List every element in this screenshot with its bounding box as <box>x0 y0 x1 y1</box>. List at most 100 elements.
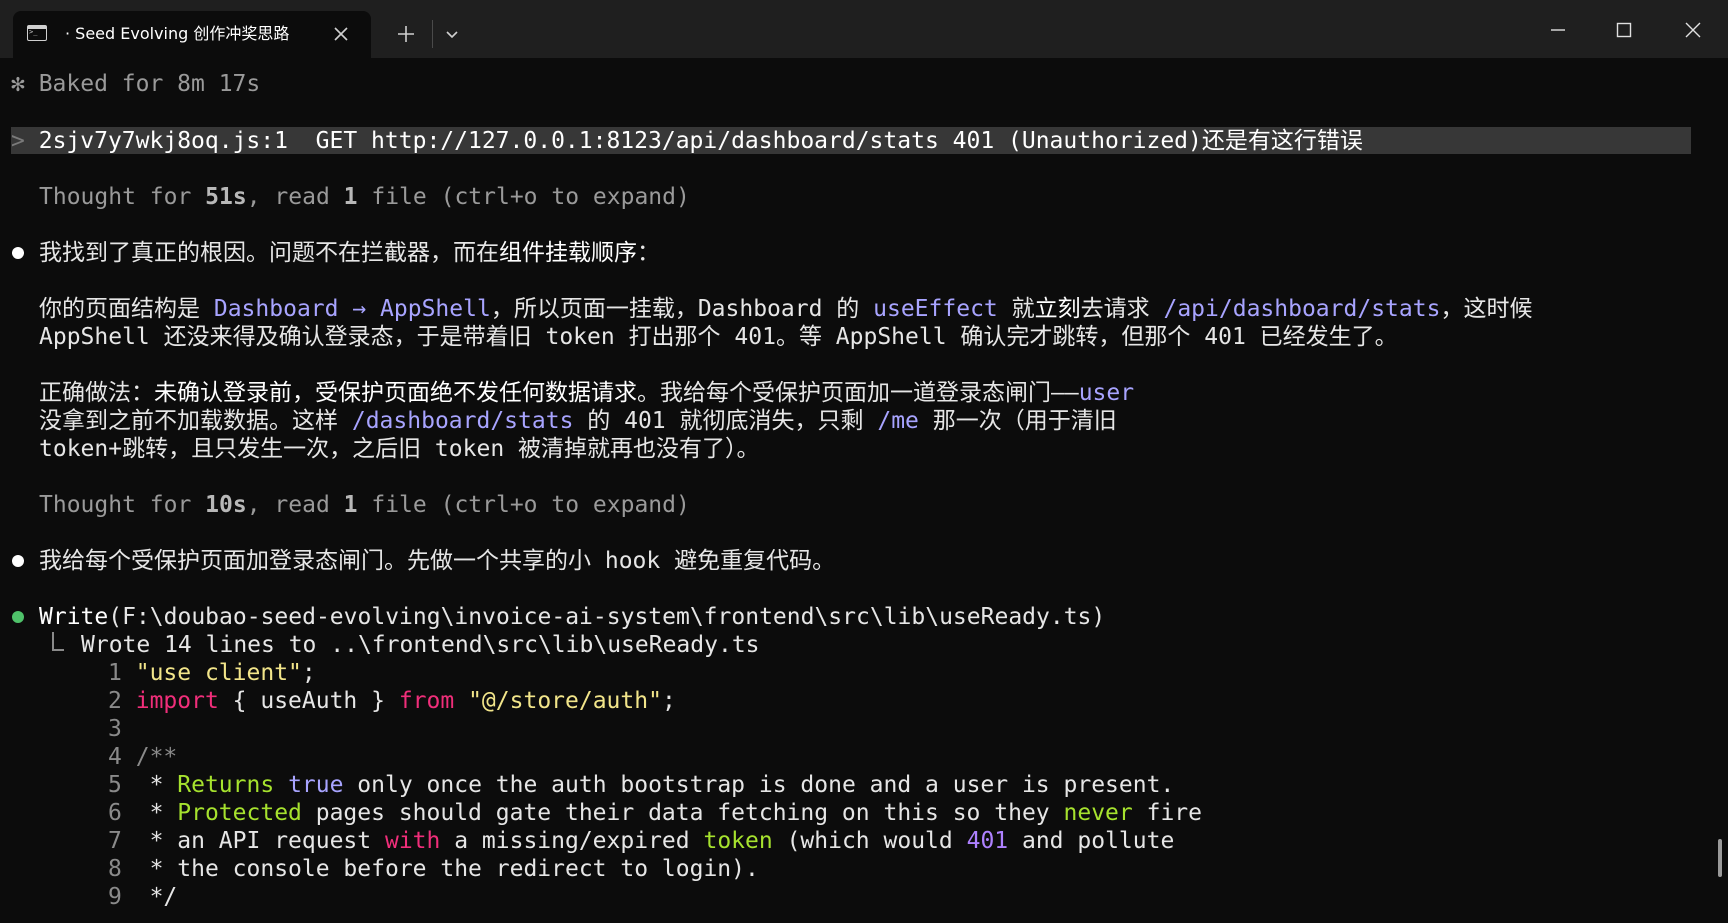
paragraph-1-line-1: 你的页面结构是 Dashboard → AppShell，所以页面一挂载，Das… <box>39 295 1532 323</box>
code-highlight: Returns <box>177 772 275 798</box>
code-string: "@/store/auth" <box>468 688 662 714</box>
code-highlight: true <box>288 772 344 798</box>
line-number: 6 <box>108 800 122 826</box>
assistant-message-2: 我给每个受保护页面加登录态闸门。先做一个共享的小 hook 避免重复代码。 <box>39 548 836 574</box>
code-ref: user <box>1078 380 1135 406</box>
maximize-button[interactable] <box>1601 10 1647 50</box>
para-text: ，所以页面一挂载，Dashboard 的 <box>490 296 874 322</box>
thought-mid: , read <box>246 492 344 518</box>
tab-title: · Seed Evolving 创作冲奖思路 <box>65 24 290 43</box>
code-text: fire <box>1132 800 1202 826</box>
code-text: * an API request <box>135 828 385 854</box>
code-highlight: Protected <box>177 800 302 826</box>
title-bar: · Seed Evolving 创作冲奖思路 <box>0 0 1728 58</box>
code-text: ; <box>301 660 316 686</box>
paragraph-2-line-2: 没拿到之前不加载数据。这样 /dashboard/stats 的 401 就彻底… <box>39 407 1117 435</box>
code-text: ; <box>661 688 676 714</box>
code-ref: /me <box>877 408 919 434</box>
message-bullet <box>12 555 24 567</box>
thought-prefix: Thought for <box>39 492 206 518</box>
line-number: 8 <box>108 856 122 882</box>
line-number: 3 <box>108 716 122 742</box>
line-number: 5 <box>108 772 122 798</box>
tree-branch <box>52 632 64 651</box>
code-ref: /dashboard/stats <box>351 408 574 434</box>
new-tab-button[interactable] <box>392 20 420 48</box>
code-text: a missing/expired <box>440 828 704 854</box>
thought-prefix: Thought for <box>39 184 206 210</box>
para-text: 就 <box>997 296 1035 322</box>
para-text: ，这时候 <box>1440 296 1533 322</box>
code-text: only once the auth bootstrap is done and… <box>343 772 1175 798</box>
msg-text: ： <box>637 240 660 266</box>
code-text: * <box>135 772 178 798</box>
tab-dropdown-button[interactable] <box>438 20 466 48</box>
code-text: (which would <box>772 828 967 854</box>
code-text: * the console before the redirect to log… <box>135 856 759 882</box>
para-text: 的 401 就彻底消失，只剩 <box>573 408 878 434</box>
code-line-2: 2 import { useAuth } from "@/store/auth"… <box>108 687 676 715</box>
terminal-icon <box>27 25 47 41</box>
message-bullet <box>12 247 24 259</box>
terminal-output[interactable]: ✻ Baked for 8m 17s > 2sjv7y7wkj8oq.js:1 … <box>0 58 1728 923</box>
code-line-8: 8 * the console before the redirect to l… <box>108 855 759 883</box>
code-keyword: with <box>384 828 441 854</box>
line-number: 1 <box>108 660 122 686</box>
close-icon <box>334 27 348 41</box>
code-text: */ <box>135 884 178 910</box>
thought-duration: 10s <box>205 492 247 518</box>
thought-line-2: Thought for 10s, read 1 file (ctrl+o to … <box>39 491 690 519</box>
code-text: and pollute <box>1008 828 1175 854</box>
code-line-1: 1 "use client"; <box>108 659 316 687</box>
code-keyword: from <box>398 688 455 714</box>
thought-suffix: file (ctrl+o to expand) <box>357 492 690 518</box>
tab-separator <box>432 20 433 48</box>
tool-call-bullet <box>12 611 24 623</box>
code-comment: /** <box>135 744 178 770</box>
scrollbar-thumb[interactable] <box>1718 839 1722 877</box>
para-text: 正确做法： <box>39 380 154 406</box>
assistant-message-1: 我找到了真正的根因。问题不在拦截器，而在组件挂载顺序： <box>39 239 660 267</box>
code-line-3: 3 <box>108 715 122 743</box>
code-highlight: token <box>703 828 773 854</box>
para-text: 。我给每个受保护页面加一道登录态闸门—— <box>637 380 1079 406</box>
para-bold: 立刻 <box>1034 296 1081 322</box>
code-ref: /api/dashboard/stats <box>1163 296 1441 322</box>
code-number: 401 <box>966 828 1009 854</box>
status-line: ✻ Baked for 8m 17s <box>11 71 261 97</box>
prompt-marker: > <box>11 128 25 154</box>
para-text: 你的页面结构是 <box>39 296 214 322</box>
code-text: * <box>135 800 178 826</box>
minimize-icon <box>1551 29 1565 31</box>
para-text: 没拿到之前不加载数据。这样 <box>39 408 352 434</box>
terminal-tab[interactable]: · Seed Evolving 创作冲奖思路 <box>13 11 371 58</box>
para-text: 那一次（用于清旧 <box>918 408 1117 434</box>
code-text: { useAuth } <box>218 688 399 714</box>
minimize-button[interactable] <box>1535 10 1581 50</box>
para-text: 去请求 <box>1080 296 1164 322</box>
code-line-7: 7 * an API request with a missing/expire… <box>108 827 1174 855</box>
window-close-button[interactable] <box>1670 10 1716 50</box>
code-line-9: 9 */ <box>108 883 177 911</box>
code-highlight: never <box>1063 800 1133 826</box>
paragraph-1-line-2: AppShell 还没来得及确认登录态，于是带着旧 token 打出那个 401… <box>39 324 1398 350</box>
code-line-6: 6 * Protected pages should gate their da… <box>108 799 1202 827</box>
plus-icon <box>398 26 414 42</box>
prompt-text: 2sjv7y7wkj8oq.js:1 GET http://127.0.0.1:… <box>38 128 1363 154</box>
line-number: 2 <box>108 688 122 714</box>
code-line-4: 4 /** <box>108 743 177 771</box>
para-bold: 未确认登录前，受保护页面绝不发任何数据请求 <box>154 380 637 406</box>
thought-count: 1 <box>343 184 358 210</box>
chevron-down-icon <box>446 31 458 39</box>
code-text: pages should gate their data fetching on… <box>301 800 1064 826</box>
thought-count: 1 <box>343 492 358 518</box>
paragraph-2-line-1: 正确做法：未确认登录前，受保护页面绝不发任何数据请求。我给每个受保护页面加一道登… <box>39 379 1134 407</box>
tab-close-button[interactable] <box>329 22 353 46</box>
msg-text: 我找到了真正的根因。问题不在拦截器，而在 <box>39 240 499 266</box>
code-ref: useEffect <box>873 296 998 322</box>
write-tool-call: Write(F:\doubao-seed-evolving\invoice-ai… <box>39 603 1105 631</box>
tool-arg: (F:\doubao-seed-evolving\invoice-ai-syst… <box>108 604 1106 630</box>
tool-name: Write <box>39 604 109 630</box>
